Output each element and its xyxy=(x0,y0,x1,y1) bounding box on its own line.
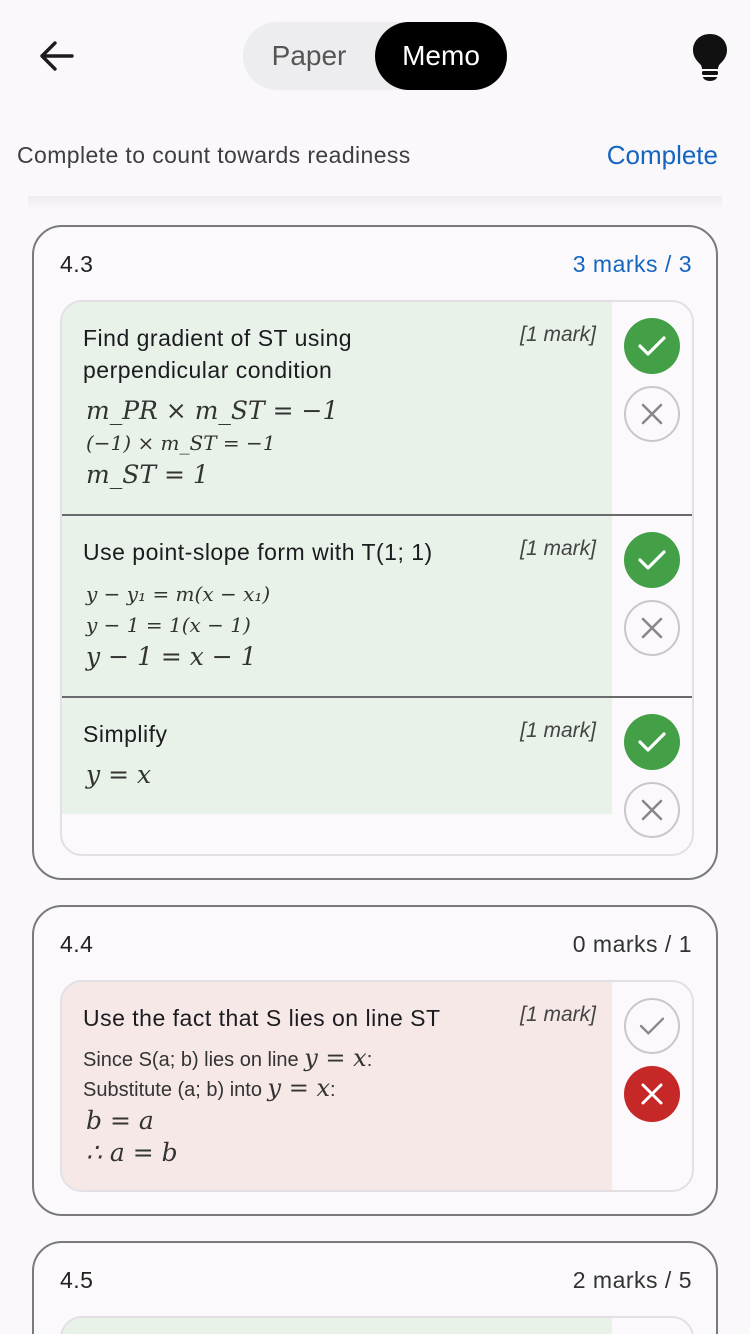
step-title: Use point-slope form with T(1; 1) xyxy=(83,539,433,565)
lightbulb-icon xyxy=(693,34,727,81)
mark-incorrect-button[interactable] xyxy=(624,386,680,442)
mark-correct-button[interactable] xyxy=(624,714,680,770)
math-line: y = x xyxy=(86,760,152,789)
marking-step: Find gradient of ST using perpendicular … xyxy=(62,302,692,516)
marking-step: Use the fact that S lies on line ST [1 m… xyxy=(62,982,692,1190)
question-number: 4.3 xyxy=(60,251,94,277)
paper-memo-toggle: Paper Memo xyxy=(243,22,507,90)
inline-math: y = x xyxy=(267,1074,331,1102)
scroll-shadow xyxy=(28,196,722,210)
marking-steps: Find gradient of ST using perpendicular … xyxy=(60,300,694,856)
check-icon xyxy=(638,732,666,752)
hint-button[interactable] xyxy=(688,32,732,82)
close-icon xyxy=(641,799,663,821)
step-content xyxy=(62,698,612,814)
marking-step xyxy=(62,1318,692,1334)
readiness-text: Complete to count towards readiness xyxy=(17,142,411,168)
mark-incorrect-button[interactable] xyxy=(624,600,680,656)
close-icon xyxy=(641,1083,663,1105)
explanation-line: Substitute (a; b) into y = x: xyxy=(83,1074,336,1102)
step-title: Use the fact that S lies on line ST xyxy=(83,1005,441,1031)
mark-correct-button[interactable] xyxy=(624,998,680,1054)
math-line: y − y₁ = m(x − x₁) xyxy=(86,582,271,606)
step-mark: [1 mark] xyxy=(520,1003,596,1026)
check-icon xyxy=(638,550,666,570)
close-icon xyxy=(641,403,663,425)
top-bar: Paper Memo xyxy=(0,0,750,112)
marking-steps: Use the fact that S lies on line ST [1 m… xyxy=(60,980,694,1192)
explanation-text: Since S(a; b) lies on line xyxy=(83,1049,299,1071)
mark-incorrect-button[interactable] xyxy=(624,782,680,838)
complete-button[interactable]: Complete xyxy=(607,140,718,171)
step-title: Simplify xyxy=(83,721,168,747)
check-icon xyxy=(639,1017,665,1035)
step-title: Find gradient of ST using perpendicular … xyxy=(83,325,353,383)
math-line: y − 1 = 1(x − 1) xyxy=(86,613,251,637)
inline-math: y = x xyxy=(304,1044,367,1072)
step-mark: [1 mark] xyxy=(520,537,596,560)
explanation-suffix: : xyxy=(366,1049,373,1071)
math-line: m_ST = 1 xyxy=(86,460,209,489)
explanation-suffix: : xyxy=(330,1079,336,1101)
readiness-banner: Complete to count towards readiness Comp… xyxy=(0,130,750,182)
marking-step: Simplify [1 mark] y = x xyxy=(62,698,692,854)
question-card: 4.3 3 marks / 3 Find gradient of ST usin… xyxy=(32,225,718,880)
tab-memo[interactable]: Memo xyxy=(375,22,507,90)
question-number: 4.5 xyxy=(60,1267,94,1293)
back-button[interactable] xyxy=(32,34,80,78)
math-line: (−1) × m_ST = −1 xyxy=(86,431,276,455)
mark-correct-button[interactable] xyxy=(624,318,680,374)
question-card: 4.5 2 marks / 5 xyxy=(32,1241,718,1334)
check-icon xyxy=(638,336,666,356)
question-marks: 2 marks / 5 xyxy=(572,1267,692,1293)
step-mark: [1 mark] xyxy=(520,323,596,346)
marking-steps xyxy=(60,1316,694,1334)
question-marks: 0 marks / 1 xyxy=(572,931,692,957)
explanation-line: Since S(a; b) lies on line y = x: xyxy=(83,1044,372,1072)
math-line: m_PR × m_ST = −1 xyxy=(86,396,339,425)
close-icon xyxy=(641,617,663,639)
arrow-left-icon xyxy=(40,41,74,71)
marking-step: Use point-slope form with T(1; 1) [1 mar… xyxy=(62,516,692,698)
math-line: b = a xyxy=(86,1106,154,1135)
mark-incorrect-button[interactable] xyxy=(624,1066,680,1122)
question-marks: 3 marks / 3 xyxy=(572,251,692,277)
step-mark: [1 mark] xyxy=(520,719,596,742)
question-card: 4.4 0 marks / 1 Use the fact that S lies… xyxy=(32,905,718,1216)
math-line: ∴ a = b xyxy=(86,1138,178,1167)
mark-correct-button[interactable] xyxy=(624,532,680,588)
explanation-text: Substitute (a; b) into xyxy=(83,1079,262,1101)
step-content xyxy=(62,1318,612,1334)
question-number: 4.4 xyxy=(60,931,94,957)
math-line: y − 1 = x − 1 xyxy=(86,642,257,671)
tab-paper[interactable]: Paper xyxy=(243,22,375,90)
